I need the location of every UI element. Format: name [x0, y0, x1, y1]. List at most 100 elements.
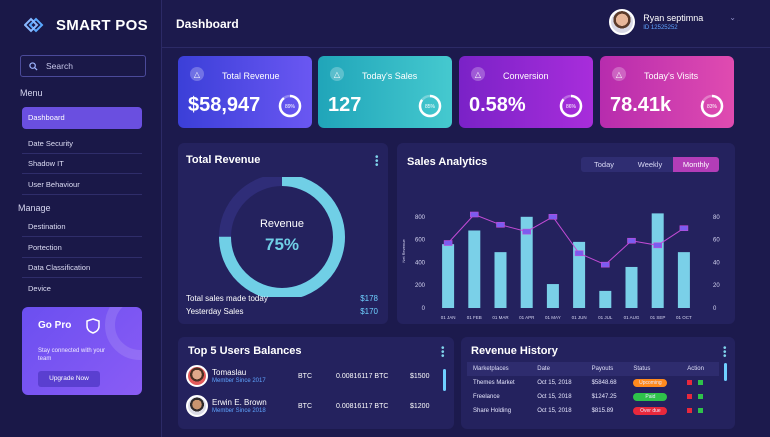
- sidebar-item-date-security[interactable]: Date Security: [22, 134, 142, 154]
- list-item[interactable]: Erwin E. Brown Member Since 2018 BTC 0.0…: [186, 395, 429, 421]
- brand-logo[interactable]: SMART POS: [24, 16, 148, 34]
- panel-title: Top 5 Users Balances: [188, 345, 302, 357]
- sidebar-item-portection[interactable]: Portection: [22, 238, 142, 258]
- stat-label: Today's Sales: [362, 71, 418, 81]
- sidebar-item-data-classification[interactable]: Data Classification: [22, 258, 142, 278]
- column-header: Marketplaces: [467, 362, 532, 376]
- search-input[interactable]: Search: [20, 55, 146, 77]
- sidebar-item-destination[interactable]: Destination: [22, 217, 142, 237]
- more-menu-icon[interactable]: • • •: [375, 153, 379, 171]
- chart-point: [522, 228, 531, 235]
- x-tick-label: 01 JAN: [441, 315, 456, 320]
- stat-percent: 89%: [285, 104, 296, 110]
- triangle-icon: △: [471, 67, 485, 81]
- panel-title: Total Revenue: [186, 154, 261, 166]
- x-tick-label: 01 MAY: [545, 315, 561, 320]
- yesterday-sales-value: $170: [360, 307, 378, 316]
- x-tick-label: 01 JUL: [598, 315, 613, 320]
- stat-progress-ring: 85%: [418, 94, 442, 118]
- delete-icon[interactable]: [687, 407, 693, 413]
- status-badge: Paid: [633, 393, 668, 401]
- go-pro-title: Go Pro: [38, 320, 72, 331]
- table-header: Marketplaces Date Payouts Status Action: [467, 362, 719, 376]
- y2-tick-label: 80: [713, 215, 720, 221]
- payout: $5848.68: [591, 380, 617, 386]
- sales-analytics-panel: Sales Analytics Today Weekly Monthly 0 20…: [397, 143, 735, 324]
- delete-icon[interactable]: [687, 393, 693, 399]
- upgrade-now-button[interactable]: Upgrade Now: [38, 371, 100, 387]
- scrollbar[interactable]: [724, 363, 727, 381]
- tab-today[interactable]: Today: [581, 157, 627, 172]
- stat-value: 127: [328, 94, 362, 116]
- sales-today-label: Total sales made today: [186, 294, 268, 303]
- chevron-down-icon[interactable]: ⌄: [729, 13, 736, 22]
- y2-tick-label: 40: [713, 260, 720, 266]
- y-tick-label: 0: [422, 306, 426, 312]
- sidebar-item-user-behaviour[interactable]: User Behaviour: [22, 175, 142, 195]
- amount: 0.00816117 BTC: [336, 373, 389, 380]
- scrollbar[interactable]: [443, 369, 446, 391]
- approve-icon[interactable]: [698, 407, 704, 413]
- tab-monthly[interactable]: Monthly: [673, 157, 719, 172]
- panel-title: Sales Analytics: [407, 156, 488, 168]
- go-pro-text: Stay connected with your team: [38, 348, 106, 362]
- approve-icon[interactable]: [698, 379, 704, 385]
- action-cell: [681, 390, 719, 404]
- date: Oct 15, 2018: [537, 408, 572, 414]
- sidebar-item-shadow-it[interactable]: Shadow IT: [22, 154, 142, 174]
- chart-point: [470, 211, 479, 218]
- chart-bar: [651, 213, 664, 308]
- user-name: Erwin E. Brown: [212, 398, 267, 407]
- table-row[interactable]: Share Holding Oct 15, 2018 $815.89 Over …: [467, 404, 719, 418]
- donut-value: 75%: [265, 235, 299, 254]
- status-cell: Upcoming: [627, 376, 681, 390]
- chart-point: [653, 242, 663, 249]
- sidebar-item-device[interactable]: Device: [22, 279, 142, 299]
- date: Oct 15, 2018: [537, 380, 572, 386]
- x-tick-label: 01 APR: [519, 315, 535, 320]
- sidebar-item-dashboard[interactable]: Dashboard: [22, 107, 142, 129]
- sales-today-value: $178: [360, 294, 378, 303]
- status-cell: Paid: [627, 390, 681, 404]
- y2-tick-label: 0: [713, 306, 717, 312]
- stat-card-conversion[interactable]: △ Conversion 0.58% 86%: [459, 56, 593, 128]
- stat-card-todays-sales[interactable]: △ Today's Sales 127 85%: [318, 56, 452, 128]
- user-profile[interactable]: Ryan septimna ID 12525252 ⌄: [609, 9, 736, 35]
- stat-card-todays-visits[interactable]: △ Today's Visits 78.41k 83%: [600, 56, 734, 128]
- column-header: Action: [681, 362, 719, 376]
- page-title: Dashboard: [176, 17, 239, 31]
- coin: BTC: [298, 403, 312, 410]
- x-tick-label: 01 MAR: [492, 315, 509, 320]
- delete-icon[interactable]: [687, 379, 693, 385]
- more-menu-icon[interactable]: • • •: [441, 344, 445, 362]
- sales-chart: 0 200 400 600 800 0 20 40 60 80 Net Revenue 01 JAN 0…: [401, 211, 720, 320]
- chart-line: [447, 213, 685, 266]
- coin: BTC: [298, 373, 312, 380]
- column-header: Payouts: [585, 362, 628, 376]
- stat-card-total-revenue[interactable]: △ Total Revenue $58,947 89%: [178, 56, 312, 128]
- approve-icon[interactable]: [698, 393, 704, 399]
- chart-point: [574, 250, 584, 257]
- triangle-icon: △: [190, 67, 204, 81]
- member-since: Member Since 2018: [212, 408, 266, 414]
- tab-weekly[interactable]: Weekly: [627, 157, 673, 172]
- usd-value: $1500: [410, 373, 430, 380]
- brand-name: SMART POS: [56, 16, 148, 34]
- period-tabs: Today Weekly Monthly: [581, 157, 719, 172]
- payout: $815.89: [591, 408, 614, 414]
- stat-percent: 85%: [425, 104, 436, 110]
- stat-percent: 83%: [707, 104, 718, 110]
- status-badge: Over due: [633, 407, 668, 415]
- avatar[interactable]: [609, 9, 636, 35]
- x-tick-label: 01 FEB: [467, 315, 482, 320]
- triangle-icon: △: [612, 67, 626, 81]
- stat-label: Total Revenue: [222, 71, 280, 81]
- more-menu-icon[interactable]: • • •: [723, 344, 727, 362]
- chart-bar: [494, 252, 507, 308]
- menu-heading: Menu: [20, 88, 43, 98]
- search-placeholder: Search: [46, 61, 73, 71]
- sidebar: SMART POS Search Menu Dashboard Date Sec…: [0, 0, 162, 437]
- list-item[interactable]: Tomaslau Member Since 2017 BTC 0.0081611…: [186, 365, 430, 391]
- table-row[interactable]: Themes Market Oct 15, 2018 $5848.68 Upco…: [467, 376, 719, 390]
- table-row[interactable]: Freelance Oct 15, 2018 $1247.25 Paid: [467, 390, 719, 404]
